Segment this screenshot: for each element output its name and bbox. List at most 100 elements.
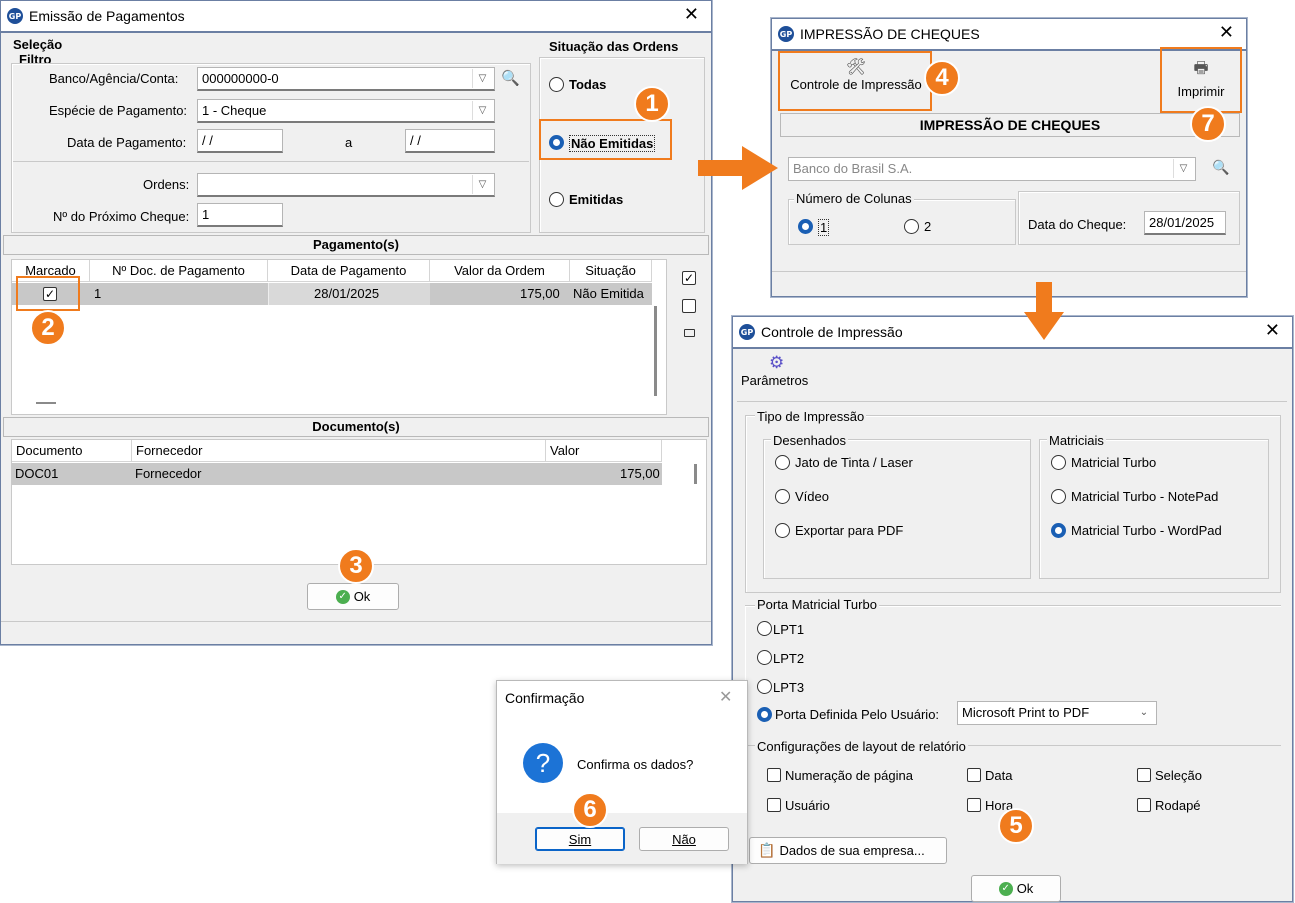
mt-wordpad-radio[interactable] bbox=[1051, 523, 1066, 538]
pagamentos-section-title: Pagamento(s) bbox=[3, 235, 709, 255]
step-badge-5: 5 bbox=[998, 808, 1034, 844]
mt-radio[interactable] bbox=[1051, 455, 1066, 470]
ok-button[interactable]: ✓ Ok bbox=[307, 583, 399, 610]
rodape-label[interactable]: Rodapé bbox=[1155, 798, 1201, 813]
col-doc[interactable]: Nº Doc. de Pagamento bbox=[90, 260, 268, 282]
col-valor[interactable]: Valor bbox=[546, 440, 662, 462]
mt-wordpad-label[interactable]: Matricial Turbo - WordPad bbox=[1071, 523, 1222, 538]
porta-usuario-label[interactable]: Porta Definida Pelo Usuário: bbox=[775, 707, 939, 722]
cell-doc: 1 bbox=[94, 286, 102, 301]
search-icon[interactable]: 🔍 bbox=[501, 69, 520, 87]
numeracao-checkbox[interactable] bbox=[767, 768, 781, 782]
jato-label[interactable]: Jato de Tinta / Laser bbox=[795, 455, 913, 470]
emitidas-radio[interactable] bbox=[549, 192, 564, 207]
matriciais-label: Matriciais bbox=[1047, 433, 1106, 448]
lpt3-radio[interactable] bbox=[757, 679, 772, 694]
todas-label[interactable]: Todas bbox=[569, 77, 606, 92]
colunas-1-radio[interactable] bbox=[798, 219, 813, 234]
porta-usuario-radio[interactable] bbox=[757, 707, 772, 722]
data-to-field[interactable]: / / bbox=[405, 129, 495, 153]
company-icon: 📋 bbox=[758, 842, 776, 858]
colunas-2-label[interactable]: 2 bbox=[924, 219, 931, 234]
porta-label: Porta Matricial Turbo bbox=[755, 597, 879, 612]
data-cheque-field[interactable]: 28/01/2025 bbox=[1144, 211, 1226, 235]
title-bar: GP Controle de Impressão ✕ bbox=[733, 317, 1292, 347]
data-checkbox[interactable] bbox=[967, 768, 981, 782]
close-icon[interactable]: ✕ bbox=[719, 687, 732, 706]
emitidas-label[interactable]: Emitidas bbox=[569, 192, 623, 207]
todas-radio[interactable] bbox=[549, 77, 564, 92]
selecao-checkbox[interactable] bbox=[1137, 768, 1151, 782]
pdf-radio[interactable] bbox=[775, 523, 790, 538]
close-icon[interactable]: ✕ bbox=[1219, 23, 1234, 43]
col-data[interactable]: Data de Pagamento bbox=[268, 260, 430, 282]
hora-checkbox[interactable] bbox=[967, 798, 981, 812]
ok-button[interactable]: ✓ Ok bbox=[971, 875, 1061, 902]
selecao-label[interactable]: Seleção bbox=[1155, 768, 1202, 783]
col-valor[interactable]: Valor da Ordem bbox=[430, 260, 570, 282]
mt-notepad-label[interactable]: Matricial Turbo - NotePad bbox=[1071, 489, 1218, 504]
colunas-1-label[interactable]: 1 bbox=[818, 219, 830, 236]
banco-combo[interactable]: Banco do Brasil S.A. ▽ bbox=[788, 157, 1196, 181]
vertical-scrollbar[interactable] bbox=[654, 306, 657, 396]
dialog-message: Confirma os dados? bbox=[577, 757, 694, 772]
col-documento[interactable]: Documento bbox=[12, 440, 132, 462]
details-icon[interactable] bbox=[684, 329, 695, 337]
cell-data: 28/01/2025 bbox=[314, 286, 380, 301]
mt-notepad-radio[interactable] bbox=[1051, 489, 1066, 504]
usuario-checkbox[interactable] bbox=[767, 798, 781, 812]
porta-combo[interactable]: Microsoft Print to PDF ⌄ bbox=[957, 701, 1157, 725]
chevron-down-icon[interactable]: ⌄ bbox=[1134, 703, 1154, 722]
banco-combo[interactable]: 000000000-0 ▽ bbox=[197, 67, 495, 91]
table-row[interactable]: DOC01 Fornecedor 175,00 bbox=[12, 463, 662, 485]
jato-radio[interactable] bbox=[775, 455, 790, 470]
divider bbox=[13, 161, 529, 162]
config-label: Configurações de layout de relatório bbox=[755, 739, 968, 754]
cell-valor: 175,00 bbox=[520, 286, 560, 301]
col-situacao[interactable]: Situação bbox=[570, 260, 652, 282]
impressao-header: IMPRESSÃO DE CHEQUES bbox=[780, 113, 1240, 137]
colunas-2-radio[interactable] bbox=[904, 219, 919, 234]
horizontal-scrollbar[interactable] bbox=[36, 402, 56, 404]
arrow-right-icon bbox=[698, 146, 778, 190]
search-icon[interactable]: 🔍 bbox=[1212, 159, 1229, 176]
chevron-down-icon[interactable]: ▽ bbox=[1173, 159, 1193, 178]
mt-label[interactable]: Matricial Turbo bbox=[1071, 455, 1156, 470]
tipo-impressao-label: Tipo de Impressão bbox=[755, 409, 867, 424]
lpt3-label[interactable]: LPT3 bbox=[773, 680, 804, 695]
banco-label: Banco/Agência/Conta: bbox=[49, 71, 179, 86]
prox-cheque-field[interactable]: 1 bbox=[197, 203, 283, 227]
uncheck-all-icon[interactable] bbox=[682, 299, 696, 313]
especie-combo[interactable]: 1 - Cheque ▽ bbox=[197, 99, 495, 123]
data-from-field[interactable]: / / bbox=[197, 129, 283, 153]
chevron-down-icon[interactable]: ▽ bbox=[472, 101, 492, 120]
chevron-down-icon[interactable]: ▽ bbox=[472, 69, 492, 88]
close-icon[interactable]: ✕ bbox=[684, 5, 699, 25]
pdf-label[interactable]: Exportar para PDF bbox=[795, 523, 903, 538]
lpt2-radio[interactable] bbox=[757, 650, 772, 665]
table-row[interactable]: ✓ 1 28/01/2025 175,00 Não Emitida bbox=[12, 283, 652, 305]
app-logo-icon: GP bbox=[778, 26, 794, 42]
vertical-scrollbar[interactable] bbox=[694, 464, 697, 484]
check-all-icon[interactable]: ✓ bbox=[682, 271, 696, 285]
video-label[interactable]: Vídeo bbox=[795, 489, 829, 504]
rodape-checkbox[interactable] bbox=[1137, 798, 1151, 812]
video-radio[interactable] bbox=[775, 489, 790, 504]
lpt2-label[interactable]: LPT2 bbox=[773, 651, 804, 666]
lpt1-label[interactable]: LPT1 bbox=[773, 622, 804, 637]
data-label[interactable]: Data bbox=[985, 768, 1012, 783]
lpt1-radio[interactable] bbox=[757, 621, 772, 636]
parametros-button[interactable]: ⚙ Parâmetros bbox=[741, 353, 821, 388]
nao-button[interactable]: Não bbox=[639, 827, 729, 851]
step-badge-4: 4 bbox=[924, 60, 960, 96]
chevron-down-icon[interactable]: ▽ bbox=[472, 175, 492, 194]
close-icon[interactable]: ✕ bbox=[1265, 321, 1280, 341]
ordens-combo[interactable]: ▽ bbox=[197, 173, 495, 197]
col-fornecedor[interactable]: Fornecedor bbox=[132, 440, 546, 462]
dados-empresa-button[interactable]: 📋 Dados de sua empresa... bbox=[749, 837, 947, 864]
data-separator: a bbox=[345, 135, 353, 150]
sim-button[interactable]: Sim bbox=[535, 827, 625, 851]
usuario-label[interactable]: Usuário bbox=[785, 798, 830, 813]
question-icon: ? bbox=[523, 743, 563, 783]
numeracao-label[interactable]: Numeração de página bbox=[785, 768, 913, 783]
